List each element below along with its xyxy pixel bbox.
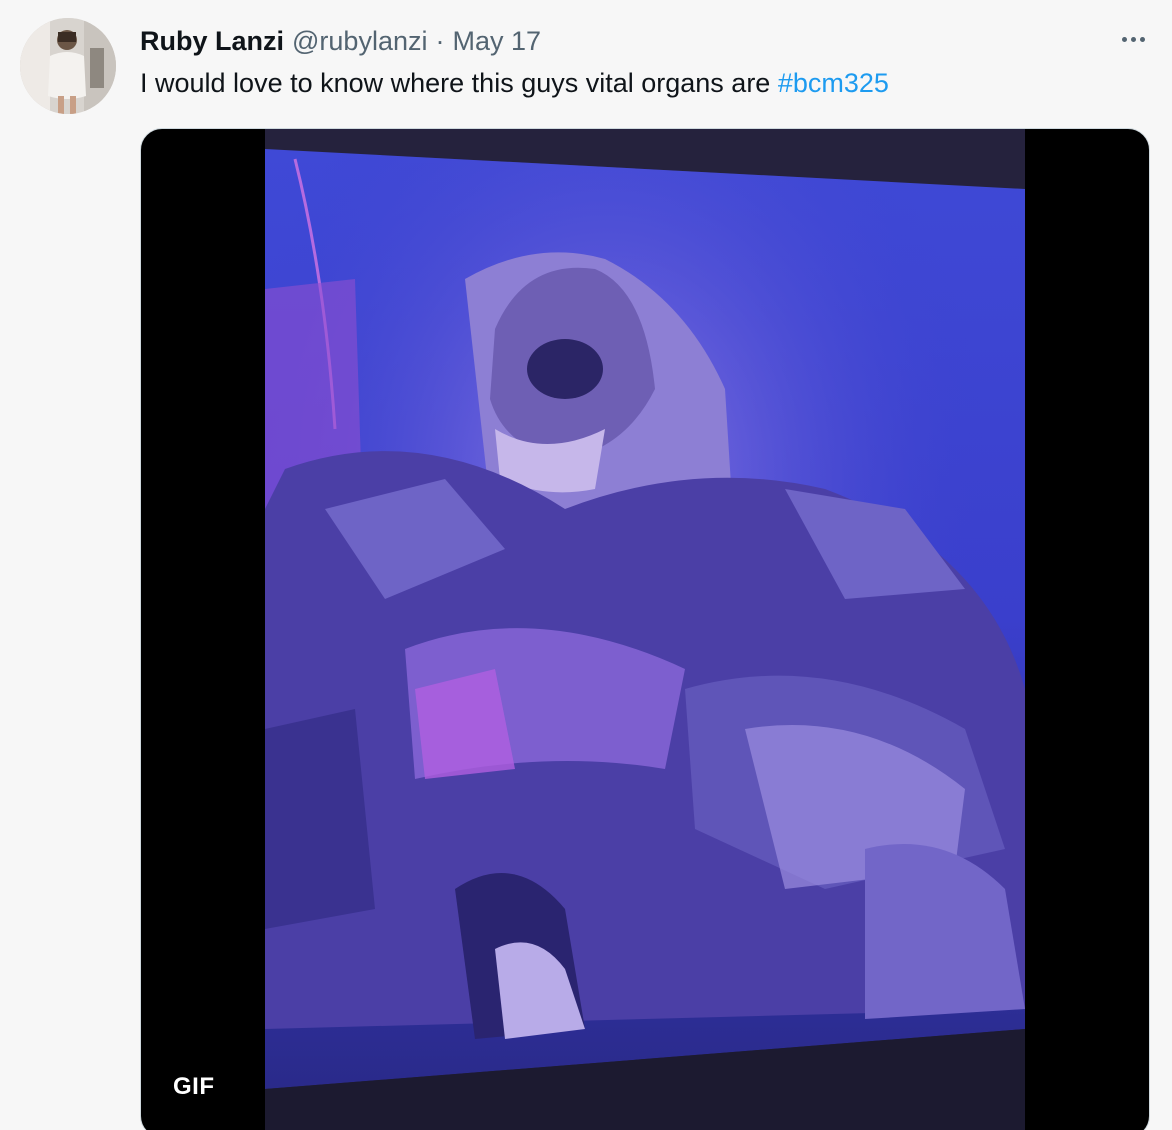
- gif-media[interactable]: GIF: [140, 128, 1150, 1130]
- gif-frame: [265, 129, 1025, 1130]
- hashtag-link[interactable]: #bcm325: [778, 68, 889, 98]
- user-handle[interactable]: @rubylanzi: [292, 24, 427, 58]
- gif-badge: GIF: [173, 1073, 215, 1100]
- tweet-card[interactable]: Ruby Lanzi @rubylanzi · May 17 I would l…: [0, 0, 1172, 1130]
- more-dot: [1130, 36, 1136, 42]
- more-dot: [1139, 36, 1145, 42]
- tweet-header: Ruby Lanzi @rubylanzi · May 17: [140, 24, 541, 58]
- more-horizontal-icon[interactable]: [1116, 26, 1150, 52]
- tweet-text: I would love to know where this guys vit…: [140, 66, 889, 100]
- tweet-body: I would love to know where this guys vit…: [140, 68, 778, 98]
- separator-dot: ·: [435, 26, 445, 56]
- more-dot: [1121, 36, 1127, 42]
- tweet-date[interactable]: May 17: [452, 24, 541, 58]
- avatar[interactable]: [20, 18, 116, 114]
- display-name[interactable]: Ruby Lanzi: [140, 24, 284, 58]
